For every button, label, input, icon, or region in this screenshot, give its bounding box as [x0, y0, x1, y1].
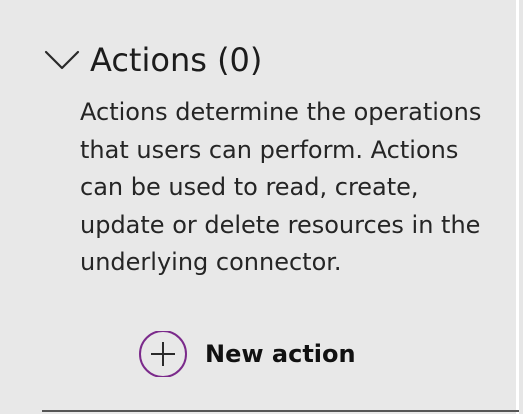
- section-description: Actions determine the operations that us…: [80, 98, 482, 277]
- divider: [42, 410, 519, 412]
- actions-panel: Actions (0) Actions determine the operat…: [0, 0, 519, 414]
- new-action-button[interactable]: New action: [138, 330, 356, 378]
- actions-section-header[interactable]: Actions (0): [44, 40, 262, 80]
- chevron-down-icon[interactable]: [44, 48, 80, 72]
- plus-circle-icon: [138, 330, 188, 378]
- new-action-label: New action: [205, 340, 356, 368]
- section-title: Actions (0): [90, 41, 263, 79]
